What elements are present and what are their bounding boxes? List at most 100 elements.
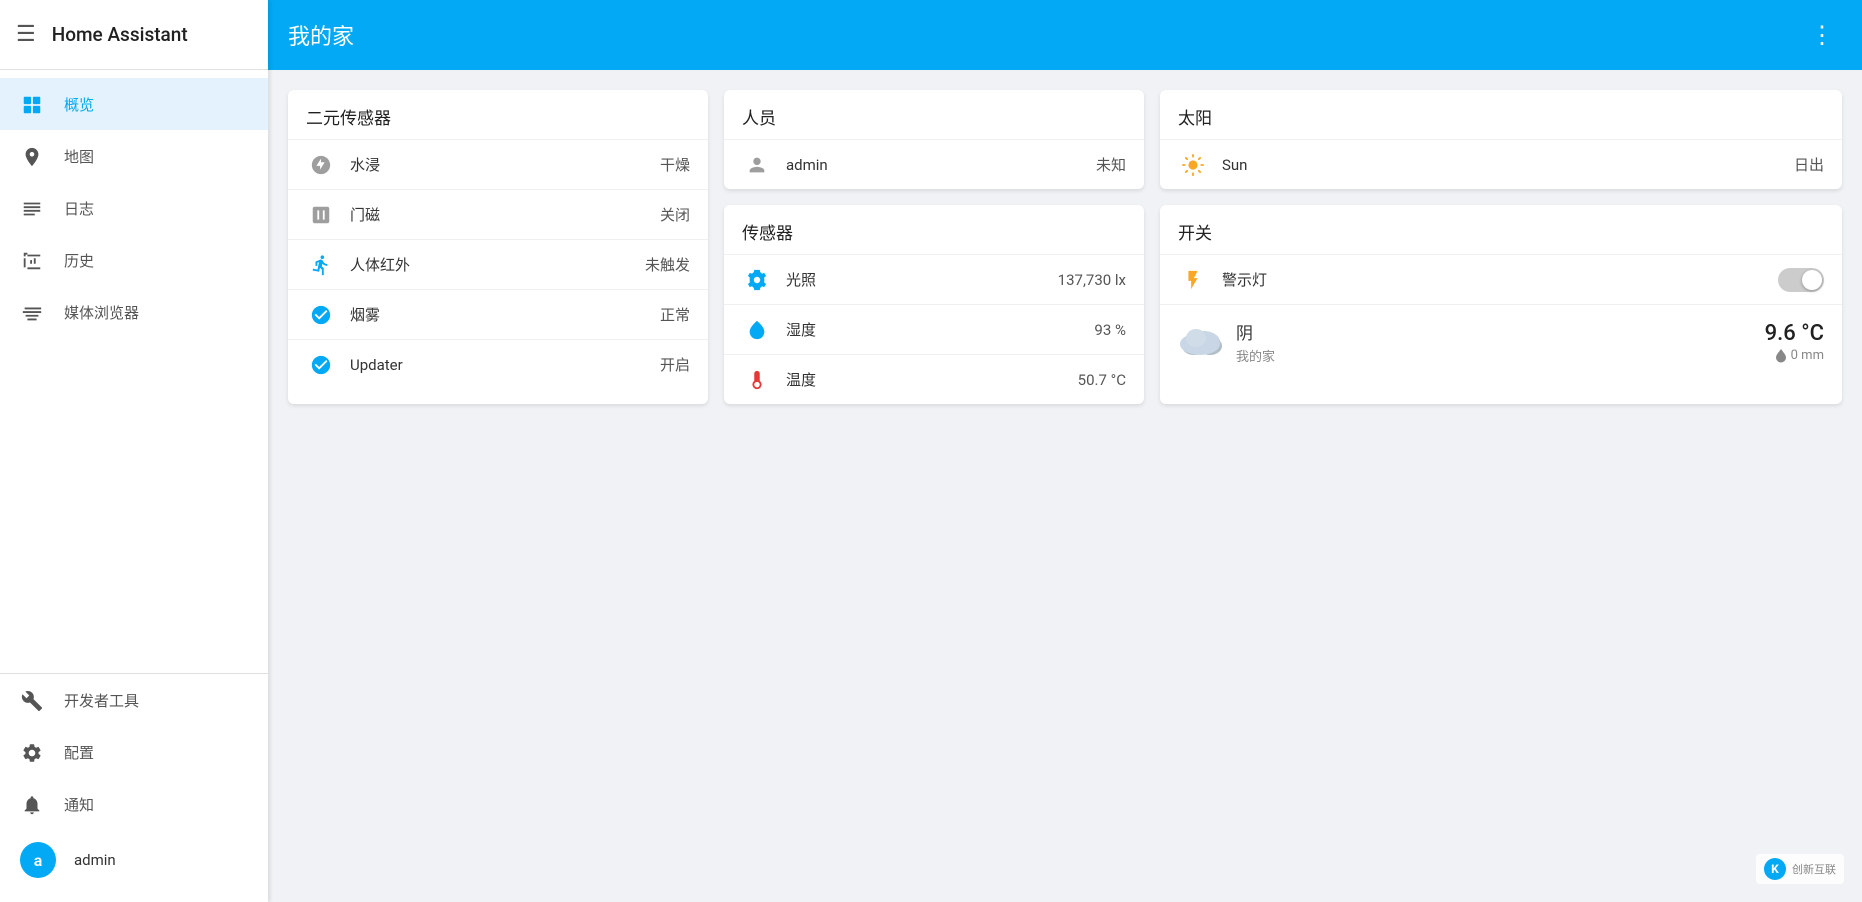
table-row: Sun 日出 [1160, 139, 1842, 189]
light-label: 光照 [786, 269, 1058, 290]
topbar: 我的家 ⋮ [268, 0, 1862, 70]
sidebar-item-media[interactable]: 媒体浏览器 [0, 286, 268, 338]
smoke-value: 正常 [660, 304, 690, 325]
light-icon [742, 268, 772, 290]
motion-value: 未触发 [645, 254, 690, 275]
sidebar-item-history[interactable]: 历史 [0, 234, 268, 286]
log-icon [20, 196, 44, 221]
table-row: admin 未知 [724, 139, 1144, 189]
alarm-label: 警示灯 [1222, 269, 1778, 290]
main-content: 我的家 ⋮ 二元传感器 水浸 干燥 [268, 0, 1862, 902]
person-card-title: 人员 [724, 90, 1144, 139]
table-row: 门磁 关闭 [288, 189, 708, 239]
sidebar-item-label-overview: 概览 [64, 94, 94, 115]
binary-sensor-card-title: 二元传感器 [288, 90, 708, 139]
weather-info: 阴 我的家 [1236, 319, 1765, 365]
sun-card-title: 太阳 [1160, 90, 1842, 139]
config-icon [20, 740, 44, 765]
cloud-icon [1178, 320, 1222, 365]
sidebar-item-config[interactable]: 配置 [0, 726, 268, 778]
user-avatar: a [20, 842, 56, 878]
sun-value: 日出 [1794, 154, 1824, 175]
username-label: admin [74, 851, 116, 869]
weather-condition: 阴 [1236, 319, 1765, 344]
sidebar-bottom: 开发者工具 配置 通知 a admin [0, 673, 268, 902]
sensor-card: 传感器 光照 137,730 lx 湿度 93 % [724, 205, 1144, 404]
motion-label: 人体红外 [350, 254, 645, 275]
weather-temp-block: 9.6 °C 0 mm [1765, 321, 1824, 363]
sun-icon [1178, 153, 1208, 175]
weather-temp: 9.6 °C [1765, 321, 1824, 346]
temperature-label: 温度 [786, 369, 1078, 390]
sidebar-user[interactable]: a admin [0, 830, 268, 890]
updater-value: 开启 [660, 354, 690, 375]
smoke-icon [306, 303, 336, 325]
sidebar-item-label-log: 日志 [64, 198, 94, 219]
water-value: 干燥 [660, 154, 690, 175]
table-row: 警示灯 [1160, 254, 1842, 304]
person-card: 人员 admin 未知 [724, 90, 1144, 189]
notifications-icon [20, 792, 44, 817]
table-row: Updater 开启 [288, 339, 708, 389]
person-label: admin [786, 156, 1096, 174]
topbar-title: 我的家 [288, 19, 354, 51]
devtools-icon [20, 688, 44, 713]
sidebar-nav: 概览 地图 日志 历史 媒体浏览器 [0, 70, 268, 673]
table-row: 水浸 干燥 [288, 139, 708, 189]
temperature-icon [742, 368, 772, 390]
sidebar-item-notifications[interactable]: 通知 [0, 778, 268, 830]
sidebar-item-overview[interactable]: 概览 [0, 78, 268, 130]
dashboard: 二元传感器 水浸 干燥 门磁 关闭 [268, 70, 1862, 902]
smoke-label: 烟雾 [350, 304, 660, 325]
temperature-value: 50.7 °C [1078, 371, 1126, 389]
watermark-text: 创新互联 [1792, 861, 1836, 877]
table-row: 人体红外 未触发 [288, 239, 708, 289]
topbar-actions: ⋮ [1802, 17, 1842, 54]
sidebar-item-map[interactable]: 地图 [0, 130, 268, 182]
weather-rain: 0 mm [1765, 348, 1824, 363]
table-row: 湿度 93 % [724, 304, 1144, 354]
bolt-icon [1178, 268, 1208, 290]
door-value: 关闭 [660, 204, 690, 225]
weather-location: 我的家 [1236, 346, 1765, 365]
watermark-icon: K [1764, 858, 1786, 880]
sidebar-item-label-config: 配置 [64, 742, 94, 763]
alarm-toggle[interactable] [1778, 268, 1824, 292]
table-row: 光照 137,730 lx [724, 254, 1144, 304]
sidebar-item-log[interactable]: 日志 [0, 182, 268, 234]
weather-row: 阴 我的家 9.6 °C 0 mm [1160, 304, 1842, 379]
motion-icon [306, 253, 336, 275]
sensor-card-title: 传感器 [724, 205, 1144, 254]
humidity-value: 93 % [1094, 321, 1126, 339]
updater-icon [306, 353, 336, 375]
sun-label: Sun [1222, 156, 1794, 174]
sidebar-item-devtools[interactable]: 开发者工具 [0, 674, 268, 726]
sun-card: 太阳 Sun 日出 [1160, 90, 1842, 189]
sidebar: ☰ Home Assistant 概览 地图 日志 [0, 0, 268, 902]
sidebar-item-label-media: 媒体浏览器 [64, 302, 139, 323]
app-title: Home Assistant [52, 23, 188, 46]
watermark: K 创新互联 [1756, 854, 1844, 884]
media-icon [20, 300, 44, 325]
sidebar-item-label-history: 历史 [64, 250, 94, 271]
menu-icon[interactable]: ☰ [16, 22, 36, 47]
binary-sensor-card: 二元传感器 水浸 干燥 门磁 关闭 [288, 90, 708, 404]
person-value: 未知 [1096, 154, 1126, 175]
light-value: 137,730 lx [1058, 271, 1126, 289]
table-row: 烟雾 正常 [288, 289, 708, 339]
door-icon [306, 203, 336, 225]
humidity-label: 湿度 [786, 319, 1094, 340]
cards-grid: 二元传感器 水浸 干燥 门磁 关闭 [288, 90, 1842, 404]
person-icon [742, 153, 772, 175]
switch-card-title: 开关 [1160, 205, 1842, 254]
sidebar-item-label-notifications: 通知 [64, 794, 94, 815]
sidebar-item-label-devtools: 开发者工具 [64, 690, 139, 711]
map-icon [20, 144, 44, 169]
more-options-button[interactable]: ⋮ [1802, 17, 1842, 54]
sidebar-item-label-map: 地图 [64, 146, 94, 167]
updater-label: Updater [350, 356, 660, 374]
water-label: 水浸 [350, 154, 660, 175]
switch-card: 开关 警示灯 [1160, 205, 1842, 404]
door-label: 门磁 [350, 204, 660, 225]
history-icon [20, 248, 44, 273]
